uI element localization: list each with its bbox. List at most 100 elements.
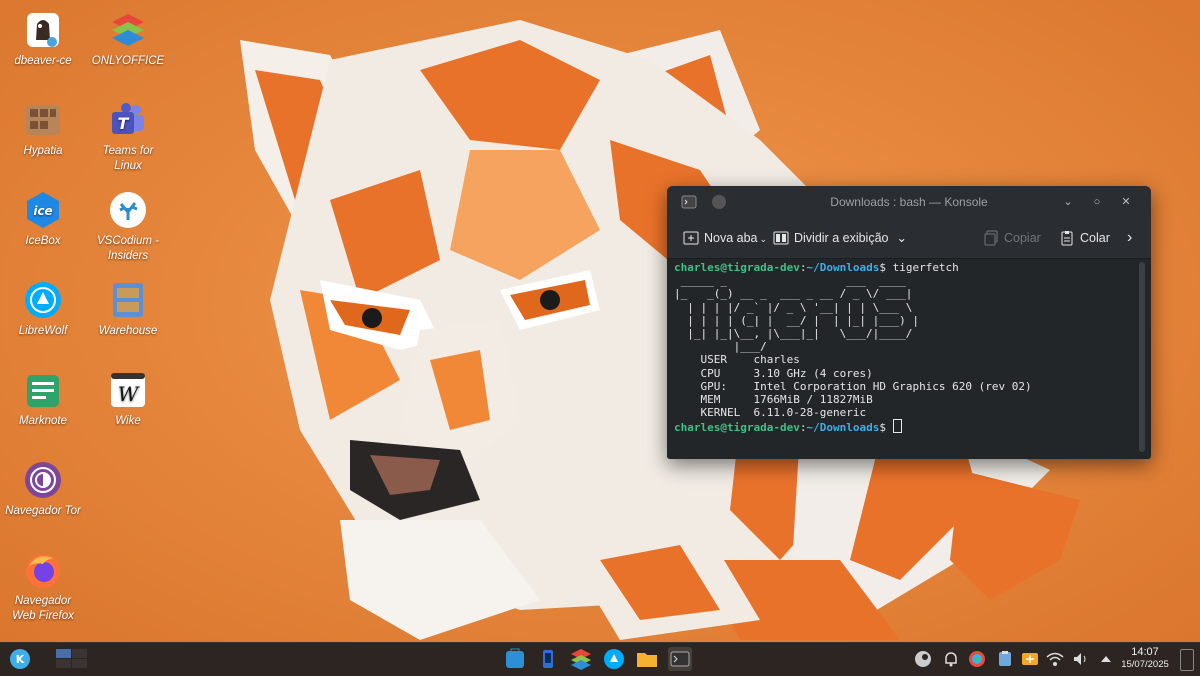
wike-icon: W	[108, 370, 148, 410]
desktop-icon-label: Marknote	[19, 415, 67, 427]
steam-icon[interactable]	[914, 650, 932, 668]
desktop-icon-icebox[interactable]: ice IceBox	[3, 190, 83, 249]
chevron-down-icon: ⌄	[759, 234, 768, 244]
desktop-icon-hypatia[interactable]: Hypatia	[3, 100, 83, 159]
chevron-up-icon[interactable]	[1097, 650, 1115, 668]
desktop-icon-vscodium[interactable]: VSCodium - Insiders	[88, 190, 168, 264]
desktop-icon-wike[interactable]: W Wike	[88, 370, 168, 429]
wifi-icon[interactable]	[1046, 650, 1064, 668]
clock-time: 14:07	[1131, 646, 1159, 658]
info-value: 3.10 GHz (4 cores)	[753, 366, 873, 380]
terminal-area[interactable]: charles@tigrada-dev:~/Downloads$ tigerfe…	[667, 259, 1133, 459]
prompt-symbol: $	[879, 421, 893, 435]
taskbar: K 14:07 15/07/2025	[0, 642, 1200, 676]
onlyoffice-icon	[108, 10, 148, 50]
digital-clock[interactable]: 14:07 15/07/2025	[1116, 646, 1174, 671]
prompt-user: charles@tigrada-dev	[674, 421, 800, 435]
warehouse-icon	[108, 280, 148, 320]
desktop-icon-label: Wike	[115, 415, 141, 427]
info-value: 1766MiB / 11827MiB	[753, 393, 873, 407]
virtualbox-icon[interactable]	[569, 647, 593, 671]
close-button[interactable]: ✕	[1118, 194, 1134, 210]
terminal-scrollbar[interactable]	[1139, 262, 1145, 452]
icebox-icon: ice	[23, 190, 63, 230]
files-icon[interactable]	[635, 647, 659, 671]
konsole-toolbar: Nova aba ⌄ Dividir a exibição ⌄ Copiar Col…	[667, 218, 1151, 259]
updates-icon[interactable]	[1021, 650, 1039, 668]
desktop-icon-marknote[interactable]: Marknote	[3, 370, 83, 429]
desktop-icon-label: Hypatia	[23, 145, 63, 157]
desktop-icon-firefox[interactable]: Navegador Web Firefox	[3, 550, 83, 624]
info-key: USER	[700, 353, 741, 367]
info-value: 6.11.0-28-generic	[753, 406, 867, 420]
desktop-icon-label: Teams for Linux	[102, 145, 154, 172]
split-view-button[interactable]: Dividir a exibição ⌄	[773, 229, 907, 247]
copy-icon	[984, 230, 998, 246]
ascii-art-logo: _____ _ ___ ____ |_ _(_) __ _ ___ _ __ /…	[674, 274, 920, 354]
desktop-icon-dbeaver[interactable]: dbeaver-ce	[3, 10, 83, 69]
info-key: GPU:	[700, 379, 741, 393]
desktop-icon-label: LibreWolf	[18, 325, 68, 337]
store-icon[interactable]	[503, 647, 527, 671]
bell-icon[interactable]	[942, 650, 960, 668]
more-actions-button[interactable]: ›	[1127, 229, 1132, 247]
new-tab-icon	[683, 231, 699, 245]
kde-menu-icon[interactable]: K	[8, 647, 32, 671]
clipboard-icon[interactable]	[996, 650, 1014, 668]
window-titlebar[interactable]: Downloads : bash — Konsole ⌄ ○ ✕	[667, 186, 1151, 218]
maximize-button[interactable]: ○	[1089, 194, 1105, 210]
info-row-cpu: CPU 3.10 GHz (4 cores)	[674, 367, 873, 380]
konsole-window[interactable]: Downloads : bash — Konsole ⌄ ○ ✕ Nova ab…	[667, 186, 1151, 459]
desktop-icon-librewolf[interactable]: LibreWolf	[3, 280, 83, 339]
desktop-icon-label: Warehouse	[98, 325, 158, 337]
color-picker-icon[interactable]	[968, 650, 986, 668]
show-desktop-button[interactable]	[1180, 649, 1194, 671]
hypatia-icon	[23, 100, 63, 140]
desktop-icon-label: IceBox	[25, 235, 61, 247]
svg-text:T: T	[118, 114, 130, 133]
paste-button[interactable]: Colar	[1059, 229, 1110, 247]
konsole-icon[interactable]	[668, 647, 692, 671]
info-value: charles	[753, 353, 800, 367]
tor-icon	[23, 460, 63, 500]
prompt-path: ~/Downloads	[806, 421, 880, 435]
desktop-icon-warehouse[interactable]: Warehouse	[88, 280, 168, 339]
svg-text:W: W	[118, 382, 140, 406]
copy-label: Copiar	[1004, 231, 1041, 245]
info-row-mem: MEM 1766MiB / 11827MiB	[674, 393, 873, 406]
prompt-path: ~/Downloads	[806, 261, 880, 274]
split-view-icon	[773, 231, 789, 245]
info-key: CPU	[700, 366, 741, 380]
svg-text:ice: ice	[33, 204, 52, 218]
minimize-button[interactable]: ⌄	[1060, 194, 1076, 210]
clock-date: 15/07/2025	[1121, 659, 1169, 670]
librewolf-icon[interactable]	[602, 647, 626, 671]
marknote-icon	[23, 370, 63, 410]
desktop-icon-tor[interactable]: Navegador Tor	[3, 460, 83, 519]
dbeaver-icon	[23, 10, 63, 50]
desktop-icon-label: VSCodium - Insiders	[97, 235, 159, 262]
desktop-icon-label: ONLYOFFICE	[91, 55, 165, 67]
info-row-user: USER charles	[674, 353, 800, 366]
new-tab-button[interactable]: Nova aba ⌄	[683, 229, 767, 247]
copy-button[interactable]: Copiar	[983, 229, 1041, 247]
desktop-icon-teams[interactable]: T Teams for Linux	[88, 100, 168, 174]
pager[interactable]	[56, 647, 88, 671]
command-text: tigerfetch	[892, 261, 959, 274]
chevron-down-icon: ⌄	[896, 231, 907, 245]
teams-icon: T	[108, 100, 148, 140]
vscodium-icon	[108, 190, 148, 230]
firefox-icon	[23, 550, 63, 590]
desktop-icon-onlyoffice[interactable]: ONLYOFFICE	[88, 10, 168, 69]
text-cursor	[892, 419, 902, 434]
desktop-icon-label: Navegador Tor	[5, 505, 81, 517]
split-view-label: Dividir a exibição	[794, 231, 889, 245]
volume-icon[interactable]	[1072, 650, 1090, 668]
info-value: Intel Corporation HD Graphics 620 (rev 0…	[753, 379, 1032, 393]
prompt-symbol: $	[879, 261, 893, 274]
window-title: Downloads : bash — Konsole	[830, 195, 988, 209]
phone-icon[interactable]	[536, 647, 560, 671]
info-key: KERNEL	[700, 406, 741, 420]
desktop-icon-label: dbeaver-ce	[14, 55, 72, 67]
svg-text:K: K	[16, 653, 25, 666]
